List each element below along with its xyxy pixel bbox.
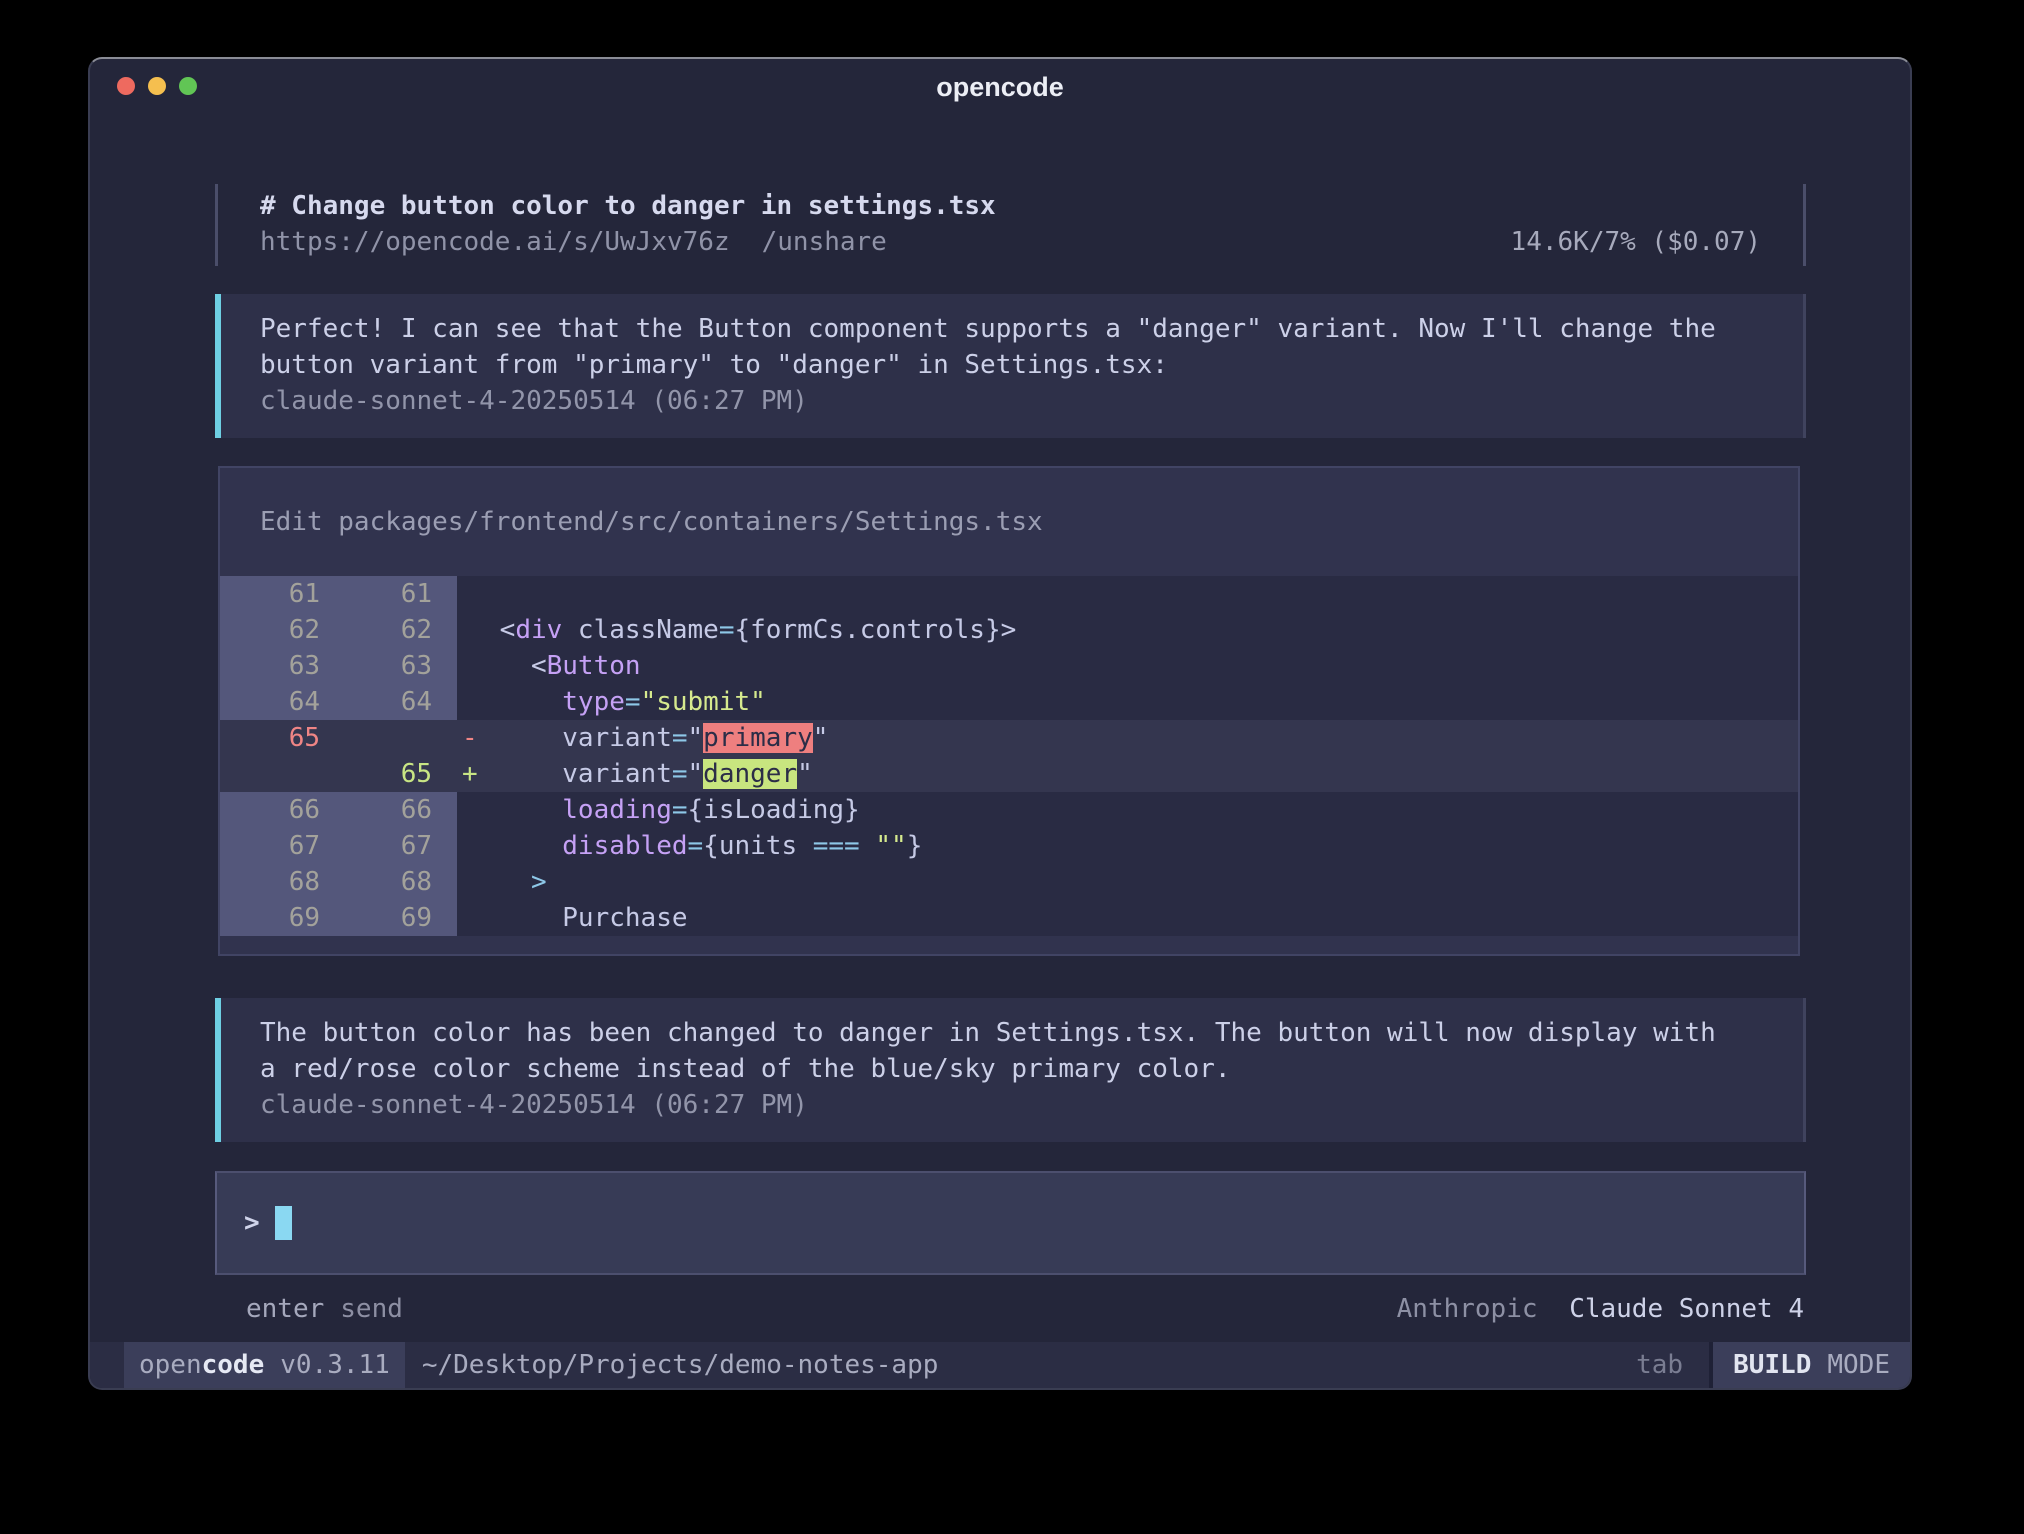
old-line-number: 66 xyxy=(220,792,338,828)
provider-name: Anthropic xyxy=(1397,1294,1538,1324)
edit-tool-card: Edit packages/frontend/src/containers/Se… xyxy=(218,466,1800,956)
session-title: # Change button color to danger in setti… xyxy=(260,188,1761,224)
diff-code-line: <Button xyxy=(484,648,641,684)
old-line-number: 64 xyxy=(220,684,338,720)
diff-row: 6767 disabled={units === ""} xyxy=(220,828,1798,864)
send-action-hint: send xyxy=(340,1294,403,1324)
message-text: Perfect! I can see that the Button compo… xyxy=(260,311,1767,383)
diff-code-line: disabled={units === ""} xyxy=(484,828,922,864)
mode-chip[interactable]: BUILD MODE xyxy=(1709,1342,1910,1388)
app-version: v0.3.11 xyxy=(280,1350,390,1380)
diff-change-marker xyxy=(457,828,484,864)
diff-change-marker xyxy=(457,900,484,936)
diff-change-marker xyxy=(457,576,484,612)
diff-row: 6161 xyxy=(220,576,1798,612)
app-window: opencode # Change button color to danger… xyxy=(88,57,1912,1390)
new-line-number: 62 xyxy=(338,612,457,648)
diff-change-marker xyxy=(457,648,484,684)
text-cursor xyxy=(275,1206,292,1240)
new-line-number: 64 xyxy=(338,684,457,720)
diff-code-line: loading={isLoading} xyxy=(484,792,860,828)
diff-view: 61616262 <div className={formCs.controls… xyxy=(220,576,1798,936)
diff-row: 6262 <div className={formCs.controls}> xyxy=(220,612,1798,648)
diff-code-line: variant="primary" xyxy=(484,720,828,756)
old-line-number: 62 xyxy=(220,612,338,648)
diff-row: 65 - variant="primary" xyxy=(220,720,1798,756)
diff-change-marker xyxy=(457,792,484,828)
assistant-message: The button color has been changed to dan… xyxy=(215,998,1806,1142)
old-line-number xyxy=(220,756,338,792)
diff-code-line: > xyxy=(484,864,547,900)
mode-label-rest: MODE xyxy=(1827,1350,1890,1380)
window-title: opencode xyxy=(90,72,1910,103)
old-line-number: 67 xyxy=(220,828,338,864)
diff-change-marker: - xyxy=(457,720,484,756)
diff-row: 6666 loading={isLoading} xyxy=(220,792,1798,828)
diff-code-line: type="submit" xyxy=(484,684,766,720)
new-line-number: 68 xyxy=(338,864,457,900)
old-line-number: 69 xyxy=(220,900,338,936)
session-view: # Change button color to danger in setti… xyxy=(215,113,1806,1342)
diff-row: 6363 <Button xyxy=(220,648,1798,684)
message-model-timestamp: claude-sonnet-4-20250514 (06:27 PM) xyxy=(260,383,1767,419)
session-header: # Change button color to danger in setti… xyxy=(215,184,1806,266)
diff-change-marker xyxy=(457,612,484,648)
prompt-symbol: > xyxy=(244,1208,260,1238)
diff-code-line: Purchase xyxy=(484,900,688,936)
message-text-line: button variant from "primary" to "danger… xyxy=(260,347,1767,383)
mode-label-bold: BUILD xyxy=(1733,1350,1811,1380)
diff-code-line: variant="danger" xyxy=(484,756,813,792)
assistant-message: Perfect! I can see that the Button compo… xyxy=(215,294,1806,438)
model-indicator: Anthropic Claude Sonnet 4 xyxy=(1397,1294,1804,1324)
prompt-input[interactable]: > xyxy=(215,1171,1806,1275)
new-line-number: 67 xyxy=(338,828,457,864)
diff-row: 6868 > xyxy=(220,864,1798,900)
working-directory: ~/Desktop/Projects/demo-notes-app xyxy=(422,1342,939,1388)
message-text: The button color has been changed to dan… xyxy=(260,1015,1767,1087)
diff-row: 6464 type="submit" xyxy=(220,684,1798,720)
app-name-open: open xyxy=(139,1350,202,1380)
old-line-number: 61 xyxy=(220,576,338,612)
tab-key-hint: tab xyxy=(1636,1342,1683,1388)
diff-row: 65+ variant="danger" xyxy=(220,756,1798,792)
hint-row: enter send Anthropic Claude Sonnet 4 xyxy=(215,1289,1806,1329)
app-name-code: code xyxy=(202,1350,265,1380)
diff-code-line: <div className={formCs.controls}> xyxy=(484,612,1016,648)
diff-change-marker xyxy=(457,864,484,900)
message-model-timestamp: claude-sonnet-4-20250514 (06:27 PM) xyxy=(260,1087,1767,1123)
diff-bottom-padding xyxy=(220,936,1798,954)
message-text-line: The button color has been changed to dan… xyxy=(260,1015,1767,1051)
share-url-link[interactable]: https://opencode.ai/s/UwJxv76z xyxy=(260,224,730,260)
token-usage: 14.6K/7% ($0.07) xyxy=(1511,224,1761,260)
diff-change-marker: + xyxy=(457,756,484,792)
old-line-number: 68 xyxy=(220,864,338,900)
diff-row: 6969 Purchase xyxy=(220,900,1798,936)
diff-change-marker xyxy=(457,684,484,720)
message-text-line: a red/rose color scheme instead of the b… xyxy=(260,1051,1767,1087)
new-line-number: 61 xyxy=(338,576,457,612)
new-line-number: 63 xyxy=(338,648,457,684)
edit-tool-title: Edit packages/frontend/src/containers/Se… xyxy=(220,468,1798,576)
new-line-number xyxy=(338,720,457,756)
status-bar: opencode v0.3.11 ~/Desktop/Projects/demo… xyxy=(90,1342,1910,1388)
app-version-chip: opencode v0.3.11 xyxy=(124,1342,405,1388)
model-name: Claude Sonnet 4 xyxy=(1569,1294,1804,1324)
old-line-number: 63 xyxy=(220,648,338,684)
session-subheader: https://opencode.ai/s/UwJxv76z /unshare … xyxy=(260,224,1761,260)
message-text-line: Perfect! I can see that the Button compo… xyxy=(260,311,1767,347)
new-line-number: 69 xyxy=(338,900,457,936)
enter-key-hint: enter xyxy=(246,1294,324,1324)
new-line-number: 65 xyxy=(338,756,457,792)
new-line-number: 66 xyxy=(338,792,457,828)
unshare-command: /unshare xyxy=(762,224,887,260)
old-line-number: 65 xyxy=(220,720,338,756)
titlebar: opencode xyxy=(90,59,1910,113)
